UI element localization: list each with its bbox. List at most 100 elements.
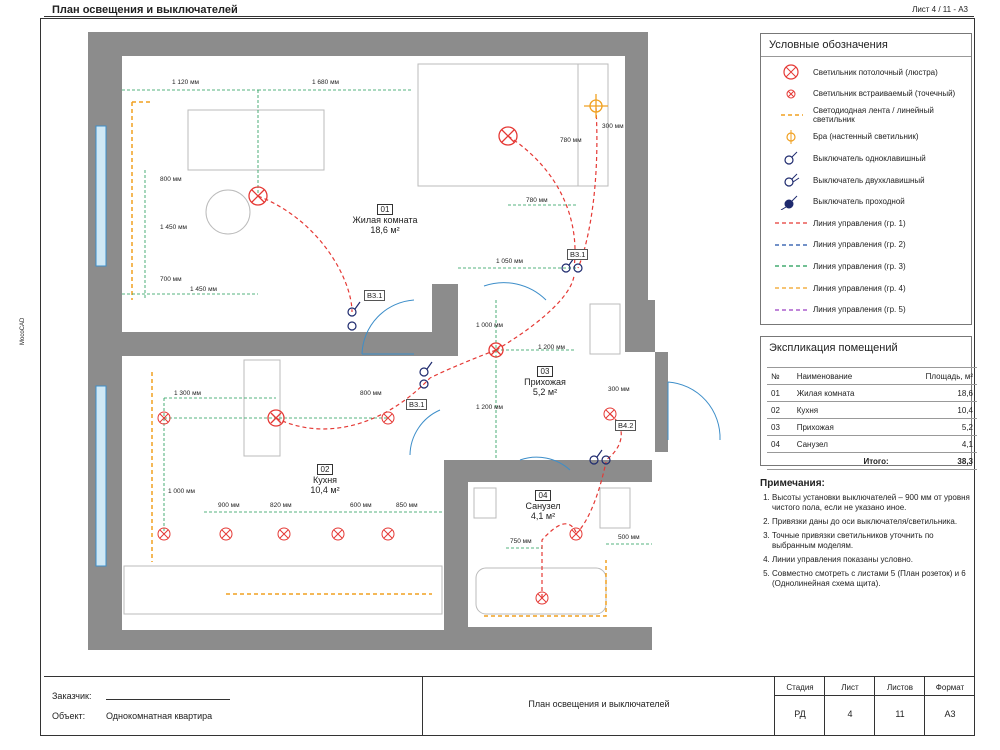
dim-label: 300 мм	[608, 386, 630, 393]
stamp-col-value: РД	[794, 709, 806, 719]
dim-label: 1 050 мм	[496, 258, 524, 265]
dim-label: 1 200 мм	[476, 404, 504, 411]
switch-tag: В3.1	[406, 399, 428, 410]
table-cell: 04	[767, 435, 793, 453]
wall-partition-hall	[432, 284, 458, 356]
dim-label: 780 мм	[526, 197, 548, 204]
legend-symbol-line-icon	[775, 287, 807, 289]
object-value: Однокомнатная квартира	[106, 711, 213, 721]
column-header: №	[767, 367, 793, 385]
room-label-hall: 03 Прихожая 5,2 м²	[510, 366, 580, 397]
explication-panel: Экспликация помещений № Наименование Пло…	[760, 336, 977, 470]
room-number: 03	[536, 366, 554, 377]
total-value: 38,3	[892, 452, 977, 470]
dim-label: 1 450 мм	[160, 224, 188, 231]
stamp-format-cell: Формат А3	[924, 677, 975, 735]
legend-symbol-line-icon	[775, 308, 807, 311]
table-cell: 4,1	[892, 435, 977, 453]
dim-label: 750 мм	[510, 538, 532, 545]
stamp-divider	[774, 695, 974, 696]
wall-hall-left-low	[444, 370, 458, 460]
room-name: Жилая комната	[352, 215, 418, 225]
wall-partition	[358, 332, 442, 356]
dim-label: 1 120 мм	[172, 79, 200, 86]
legend-label: Линия управления (гр. 4)	[813, 283, 906, 293]
dim-label: 500 мм	[618, 534, 640, 541]
table-cell: Прихожая	[792, 418, 893, 436]
dim-label: 1 000 мм	[168, 488, 196, 495]
table-cell: 5,2	[892, 418, 977, 436]
legend-label: Линия управления (гр. 2)	[813, 240, 906, 250]
stamp-col-value: А3	[944, 709, 956, 719]
legend-label: Светодиодная лента / линейный светильник	[813, 106, 934, 125]
table-cell: 18,6	[892, 384, 977, 402]
legend-symbol-sconce-icon	[786, 129, 796, 144]
note-item: Совместно смотреть с листами 5 (План роз…	[772, 569, 970, 589]
legend-symbol-led-icon	[781, 114, 803, 116]
column-header: Площадь, м²	[892, 367, 977, 385]
legend-label: Линия управления (гр. 3)	[813, 261, 906, 271]
table-cell: 10,4	[892, 401, 977, 419]
legend-label: Выключатель проходной	[813, 197, 905, 207]
note-item: Привязки даны до оси выключателя/светиль…	[772, 517, 970, 527]
dim-label: 300 мм	[602, 123, 624, 130]
dim-label: 1 300 мм	[174, 390, 202, 397]
table-row: 01 Жилая комната 18,6	[767, 384, 977, 402]
legend-label: Светильник потолочный (люстра)	[813, 67, 938, 77]
legend-item: Линия управления (гр. 5)	[769, 302, 906, 318]
legend-item: Бра (настенный светильник)	[769, 129, 919, 145]
dim-label: 800 мм	[160, 176, 182, 183]
stamp-col-value: 11	[895, 709, 905, 719]
stamp-col-header: Листов	[887, 683, 913, 692]
switch-tag: В3.1	[567, 249, 589, 260]
explication-table: № Наименование Площадь, м² 01 Жилая комна…	[767, 367, 977, 470]
table-cell: 03	[767, 418, 793, 436]
switch-tag: В3.1	[364, 290, 386, 301]
customer-field-line	[106, 699, 230, 700]
room-name: Прихожая	[524, 377, 566, 387]
dim-label: 900 мм	[218, 502, 240, 509]
notes-list: Высоты установки выключателей – 900 мм о…	[760, 493, 970, 589]
table-row: 03 Прихожая 5,2	[767, 418, 977, 436]
legend-item: Выключатель двухклавишный	[769, 172, 925, 188]
legend-symbol-line-icon	[775, 244, 807, 246]
dim-label: 600 мм	[350, 502, 372, 509]
dim-label: 1 450 мм	[190, 286, 218, 293]
legend-symbol-sw1-icon	[784, 152, 798, 165]
stamp-sheets-cell: Листов 11	[874, 677, 925, 735]
note-item: Точные привязки светильников уточнить по…	[772, 531, 970, 551]
dim-label: 1 200 мм	[538, 344, 566, 351]
stamp-col-header: Стадия	[786, 683, 814, 692]
stamp-title: План освещения и выключателей	[528, 699, 670, 709]
legend-label: Линия управления (гр. 5)	[813, 305, 906, 315]
stamp-sheet-cell: Лист 4	[824, 677, 875, 735]
customer-label: Заказчик:	[52, 691, 92, 701]
table-cell: Кухня	[792, 401, 893, 419]
notes-title: Примечания:	[760, 478, 825, 489]
room-area: 10,4 м²	[310, 485, 340, 495]
dim-label: 850 мм	[396, 502, 418, 509]
wall-hall-right	[625, 300, 655, 352]
table-row: 04 Санузел 4,1	[767, 435, 977, 453]
legend-item: Светильник встраиваемый (точечный)	[769, 86, 955, 102]
room-number: 01	[376, 204, 394, 215]
legend-item: Линия управления (гр. 3)	[769, 258, 906, 274]
table-row: 02 Кухня 10,4	[767, 401, 977, 419]
legend-item: Светильник потолочный (люстра)	[769, 64, 938, 80]
total-label: Итого:	[792, 452, 893, 470]
wall-bath-left	[458, 460, 468, 630]
stamp-stage-cell: Стадия РД	[774, 677, 825, 735]
legend-item: Линия управления (гр. 2)	[769, 237, 906, 253]
legend-item: Выключатель проходной	[769, 194, 905, 211]
column-header: Наименование	[792, 367, 893, 385]
room-number: 02	[316, 464, 334, 475]
legend-title: Условные обозначения	[761, 34, 971, 57]
room-name: Кухня	[312, 475, 338, 485]
object-label: Объект:	[52, 711, 86, 721]
dim-label: 780 мм	[560, 137, 582, 144]
legend-item: Линия управления (гр. 1)	[769, 215, 906, 231]
table-cell: 01	[767, 384, 793, 402]
explication-title: Экспликация помещений	[769, 342, 898, 354]
table-total-row: Итого: 38,3	[767, 452, 977, 470]
legend-symbol-spot-icon	[786, 89, 796, 99]
